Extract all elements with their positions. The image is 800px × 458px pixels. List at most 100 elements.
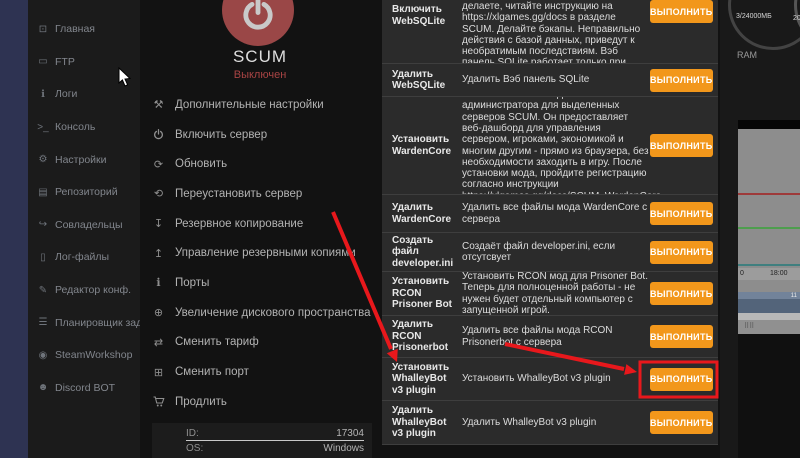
execute-button[interactable]: ВЫПОЛНИТЬ bbox=[650, 241, 713, 264]
sidebar-item-console[interactable]: >_Консоль bbox=[28, 111, 140, 144]
range-label: 11 bbox=[791, 293, 797, 299]
ram-gauge-label: RAM bbox=[737, 50, 757, 60]
action-name: Установить WhalleyBot v3 plugin bbox=[392, 362, 454, 397]
action-description: Удалить все файлы мода WardenCore с серв… bbox=[462, 202, 650, 225]
server-menu: ⚒Дополнительные настройки Включить серве… bbox=[151, 90, 379, 417]
action-name: Установить WardenCore bbox=[392, 134, 454, 157]
sidebar-item-label: Совладельцы bbox=[55, 219, 123, 231]
sidebar-item-repository[interactable]: ▤Репозиторий bbox=[28, 176, 140, 209]
menu-item-label: Управление резервными копиями bbox=[175, 247, 356, 259]
menu-item-update[interactable]: ⟳Обновить bbox=[151, 149, 379, 179]
execute-button[interactable]: ВЫПОЛНИТЬ bbox=[650, 202, 713, 225]
range-selector-bar bbox=[738, 299, 800, 313]
execute-button[interactable]: ВЫПОЛНИТЬ bbox=[650, 282, 713, 305]
table-row-remove-websqlite: Удалить WebSQLiteУдалить Вэб панель SQLi… bbox=[382, 64, 718, 97]
action-name: Установить RCON Prisoner Bot bbox=[392, 276, 454, 311]
sidebar-item-ftp[interactable]: ▭ FTP bbox=[28, 46, 140, 79]
sidebar-item-scheduler[interactable]: ☰Планировщик задач bbox=[28, 306, 140, 339]
plus-circle-icon: ⊕ bbox=[151, 306, 166, 319]
execute-button[interactable]: ВЫПОЛНИТЬ bbox=[650, 134, 713, 157]
chart-x-axis: 0 18:00 bbox=[738, 268, 800, 280]
wrench-icon: ⚒ bbox=[151, 98, 166, 111]
execute-button[interactable]: ВЫПОЛНИТЬ bbox=[650, 69, 713, 92]
action-description: Установить WhalleyBot v3 plugin bbox=[462, 373, 650, 384]
sidebar-item-label: Лог-файлы bbox=[55, 251, 109, 263]
sidebar-item-home[interactable]: ⊡ Главная bbox=[28, 13, 140, 46]
chart-range-selector: 11 bbox=[738, 292, 800, 313]
menu-item-reinstall-server[interactable]: ⟲Переустановить сервер bbox=[151, 179, 379, 209]
action-description: делаете, читайте инструкцию на https://x… bbox=[462, 1, 650, 64]
action-description: WardenCore - это мод с панелью администр… bbox=[462, 97, 650, 195]
server-name: SCUM bbox=[140, 47, 380, 67]
info-label: ID: bbox=[186, 428, 199, 439]
table-row-install-whalleybot: Установить WhalleyBot v3 plugin Установит… bbox=[382, 358, 718, 401]
execute-button[interactable]: ВЫПОЛНИТЬ bbox=[650, 325, 713, 348]
actions-table: Включить WebSQLiteделаете, читайте инстр… bbox=[380, 0, 718, 458]
sidebar-item-label: Консоль bbox=[55, 121, 95, 133]
cart-icon bbox=[151, 396, 166, 407]
server-info-box: ID: 17304 OS:Windows bbox=[152, 423, 372, 458]
sidebar-item-label: Редактор конф. bbox=[55, 284, 131, 296]
server-status: Выключен bbox=[140, 69, 380, 81]
menu-item-advanced-settings[interactable]: ⚒Дополнительные настройки bbox=[151, 90, 379, 120]
sidebar-item-config-editor[interactable]: ✎ Редактор конф. bbox=[28, 274, 140, 307]
menu-item-label: Сменить тариф bbox=[175, 336, 259, 348]
sidebar-item-label: Discord BOT bbox=[55, 382, 115, 394]
sidebar-item-label: Настройки bbox=[55, 154, 107, 166]
sidebar-item-logfiles[interactable]: ▯Лог-файлы bbox=[28, 241, 140, 274]
menu-item-change-port[interactable]: ⊞Сменить порт bbox=[151, 357, 379, 387]
server-id-value: 17304 bbox=[336, 428, 364, 439]
sidebar-item-label: Главная bbox=[55, 23, 95, 35]
desktop-icon: ⊡ bbox=[35, 24, 51, 35]
chart-footer bbox=[738, 280, 800, 292]
menu-item-change-tariff[interactable]: ⇄Сменить тариф bbox=[151, 328, 379, 358]
action-name: Удалить WhalleyBot v3 plugin bbox=[392, 405, 454, 440]
table-row-enable-websqlite: Включить WebSQLiteделаете, читайте инстр… bbox=[382, 0, 718, 64]
table-row-remove-rcon-prisonerbot: Удалить RCON PrisonerbotУдалить все файл… bbox=[382, 316, 718, 358]
refresh-icon: ⟳ bbox=[151, 158, 166, 171]
server-power-button[interactable] bbox=[222, 0, 294, 46]
chart-red-line bbox=[738, 193, 800, 195]
execute-button[interactable]: ВЫПОЛНИТЬ bbox=[650, 0, 713, 23]
menu-item-ports[interactable]: ℹПорты bbox=[151, 268, 379, 298]
sidebar-item-coowners[interactable]: ↪ Совладельцы bbox=[28, 209, 140, 242]
menu-item-start-server[interactable]: Включить сервер bbox=[151, 120, 379, 150]
sidebar-item-label: SteamWorkshop bbox=[55, 349, 132, 361]
menu-item-increase-disk[interactable]: ⊕Увеличение дискового пространства bbox=[151, 298, 379, 328]
action-name: Удалить WebSQLite bbox=[392, 69, 454, 92]
sidebar-item-logs[interactable]: ℹ Логи bbox=[28, 78, 140, 111]
menu-item-backup[interactable]: ↧Резервное копирование bbox=[151, 209, 379, 239]
execute-button[interactable]: ВЫПОЛНИТЬ bbox=[650, 411, 713, 434]
sidebar-item-label: Логи bbox=[55, 88, 77, 100]
power-icon bbox=[151, 129, 166, 140]
sidebar-item-label: FTP bbox=[55, 56, 75, 68]
upload-icon: ↥ bbox=[151, 247, 166, 260]
background-dashboard: 3/24000МБ RAM 20 0 18:00 11 ⠿⠿ bbox=[720, 0, 800, 458]
info-row-os: OS:Windows bbox=[186, 441, 364, 455]
info-icon: ℹ bbox=[151, 276, 166, 289]
action-description: Удалить WhalleyBot v3 plugin bbox=[462, 417, 650, 428]
table-row-remove-whalleybot: Удалить WhalleyBot v3 plugin Удалить Whal… bbox=[382, 401, 718, 445]
performance-chart bbox=[738, 129, 800, 268]
action-name: Создать файл developer.ini bbox=[392, 235, 454, 270]
sidebar: ⊡ Главная ▭ FTP ℹ Логи >_Консоль ⚙Настройки… bbox=[28, 0, 140, 458]
execute-button[interactable]: ВЫПОЛНИТЬ bbox=[650, 368, 713, 391]
sidebar-item-label: Планировщик задач bbox=[55, 317, 153, 329]
left-edge-strip bbox=[0, 0, 28, 458]
download-icon: ↧ bbox=[151, 217, 166, 230]
info-label: OS: bbox=[186, 443, 203, 454]
menu-item-prolong[interactable]: Продлить bbox=[151, 387, 379, 417]
menu-item-manage-backups[interactable]: ↥ Управление резервными копиями bbox=[151, 238, 379, 268]
sidebar-item-settings[interactable]: ⚙Настройки bbox=[28, 143, 140, 176]
share-icon: ↪ bbox=[35, 219, 51, 230]
page-background bbox=[738, 334, 800, 458]
sidebar-item-discord-bot[interactable]: ☻Discord BOT bbox=[28, 372, 140, 405]
info-icon: ℹ bbox=[35, 89, 51, 100]
sidebar-item-steamworkshop[interactable]: ◉SteamWorkshop bbox=[28, 339, 140, 372]
plus-square-icon: ⊞ bbox=[151, 366, 166, 379]
edit-icon: ✎ bbox=[35, 285, 51, 296]
power-icon bbox=[241, 0, 275, 31]
folder-icon: ▭ bbox=[35, 56, 51, 67]
ram-gauge-arc bbox=[720, 0, 800, 67]
table-row-install-wardencore: Установить WardenCore WardenCore - это мо… bbox=[382, 97, 718, 195]
